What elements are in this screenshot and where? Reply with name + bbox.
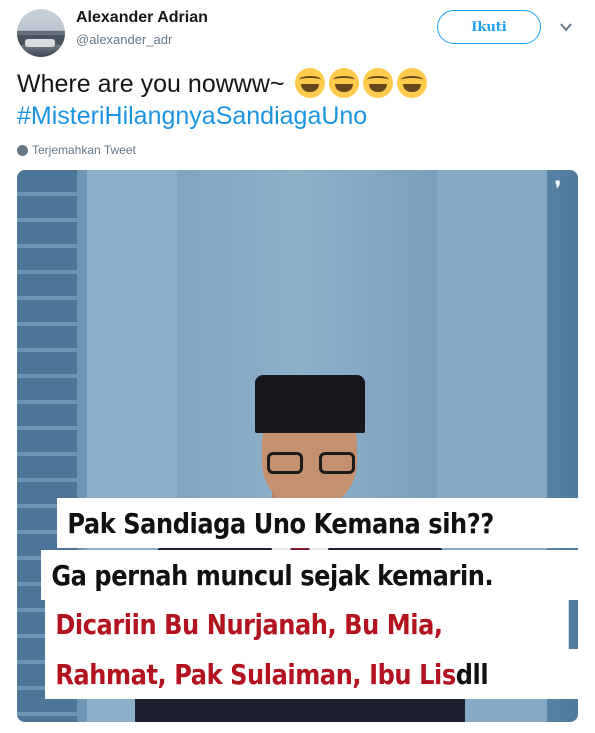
- follow-button[interactable]: Ikuti: [437, 10, 541, 44]
- author-handle[interactable]: @alexander_adr: [76, 32, 172, 47]
- caption-red-text: Rahmat, Pak Sulaiman, Ibu Lis: [55, 657, 456, 691]
- caption-line: Ga pernah muncul sejak kemarin.: [41, 550, 578, 600]
- translate-tweet-link[interactable]: Terjemahkan Tweet: [17, 143, 136, 157]
- laughing-emoji-icon: [295, 68, 326, 98]
- watermark-icon: ❜: [555, 178, 561, 198]
- globe-icon: [17, 144, 28, 156]
- laughing-emoji-icon: [397, 68, 428, 98]
- tweet-photo[interactable]: ❜ Pak Sandiaga Uno Kemana sih?? Ga perna…: [17, 170, 578, 722]
- tweet-text: Where are you nowww~ #MisteriHilangnyaSa…: [17, 68, 577, 132]
- caption-line: Rahmat, Pak Sulaiman, Ibu Lis dll: [45, 649, 578, 699]
- author-avatar[interactable]: [17, 9, 65, 57]
- caption-line: Pak Sandiaga Uno Kemana sih??: [57, 498, 578, 548]
- caption-line: Dicariin Bu Nurjanah, Bu Mia,: [45, 599, 569, 649]
- caption-dark-text: dll: [455, 657, 489, 691]
- tweet-main-text: Where are you nowww~: [17, 70, 285, 98]
- hashtag-link[interactable]: #MisteriHilangnyaSandiagaUno: [17, 102, 367, 130]
- laughing-emoji-icon: [329, 68, 360, 98]
- avatar-vehicle: [25, 39, 55, 47]
- person-peci-cap: [255, 375, 365, 433]
- chevron-down-icon[interactable]: [559, 20, 573, 34]
- person-glasses: [267, 452, 355, 474]
- author-name[interactable]: Alexander Adrian: [76, 9, 208, 27]
- translate-label: Terjemahkan Tweet: [32, 143, 136, 157]
- laughing-emoji-icon: [363, 68, 394, 98]
